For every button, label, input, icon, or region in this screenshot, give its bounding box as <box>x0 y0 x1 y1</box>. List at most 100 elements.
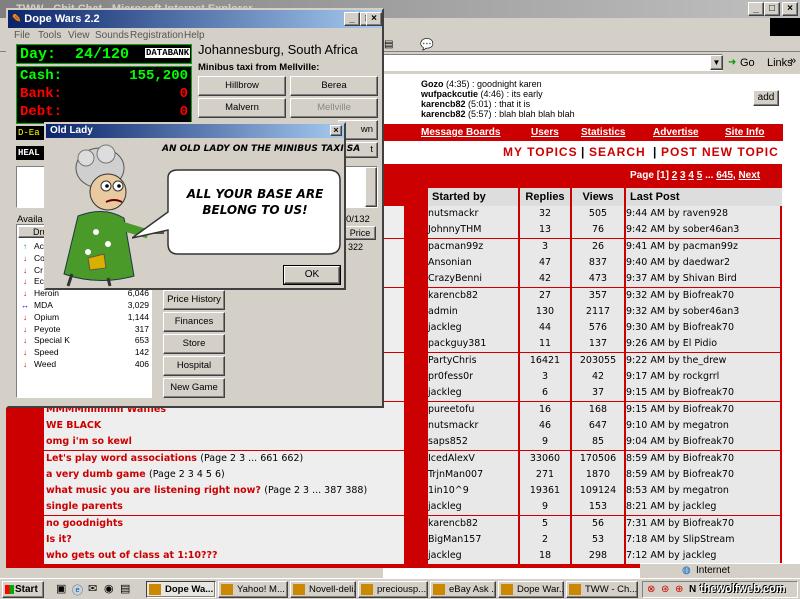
topic-link[interactable]: single parents <box>44 499 404 516</box>
go-icon[interactable]: ➜ <box>728 57 736 68</box>
topic-starter[interactable]: jackleg <box>428 548 518 564</box>
page-link[interactable]: 3 <box>680 170 686 181</box>
topic-last-post[interactable]: 9:22 AM by the_drew <box>626 352 780 369</box>
topic-last-post[interactable]: 9:32 AM by Biofreak70 <box>626 287 780 304</box>
topic-starter[interactable]: jackleg <box>428 385 518 402</box>
tray-icon[interactable]: N <box>689 584 696 595</box>
topic-starter[interactable]: jackleg <box>428 320 518 337</box>
topic-last-post[interactable]: 9:41 AM by pacman99z <box>626 238 780 255</box>
topic-starter[interactable]: JohnnyTHM <box>428 222 518 239</box>
dest-hillbrow-button[interactable]: Hillbrow <box>198 76 286 96</box>
page-link[interactable]: 5 <box>697 170 703 181</box>
next-link[interactable]: Next <box>738 170 760 181</box>
topic-starter[interactable]: pr0fess0r <box>428 369 518 385</box>
tray-icon[interactable]: ⊛ <box>661 584 669 595</box>
topic-starter[interactable]: jackleg <box>428 499 518 516</box>
topic-last-post[interactable]: 8:59 AM by Biofreak70 <box>626 466 780 483</box>
menu-help[interactable]: Help <box>184 30 205 41</box>
price-column-header[interactable]: Price <box>344 226 376 240</box>
topic-starter[interactable]: nutsmackr <box>428 417 518 434</box>
nav-users[interactable]: Users <box>531 127 559 138</box>
menu-registration[interactable]: Registration <box>130 30 183 41</box>
nav-site-info[interactable]: Site Info <box>725 127 764 138</box>
links-chevron-icon[interactable]: » <box>790 55 796 67</box>
drug-row[interactable]: ↓ Peyote 317 <box>19 324 149 336</box>
topic-last-post[interactable]: 9:04 AM by Biofreak70 <box>626 434 780 451</box>
topic-starter[interactable]: saps852 <box>428 434 518 451</box>
my-topics-link[interactable]: My Topics <box>503 145 578 159</box>
topic-link[interactable]: WE BLACK <box>44 417 404 434</box>
topic-last-post[interactable]: 9:40 AM by daedwar2 <box>626 254 780 271</box>
menu-sounds[interactable]: Sounds <box>95 30 129 41</box>
taskbar-item[interactable]: eBay Ask ... <box>430 581 496 598</box>
topic-last-post[interactable]: 9:37 AM by Shivan Bird <box>626 271 780 288</box>
topic-starter[interactable]: admin <box>428 303 518 320</box>
address-input[interactable] <box>383 54 723 71</box>
close-button[interactable]: × <box>782 2 798 16</box>
page-link[interactable]: 4 <box>688 170 694 181</box>
topic-link[interactable]: who gets out of class at 1:10??? <box>44 548 404 564</box>
topic-last-post[interactable]: 8:53 AM by megatron <box>626 483 780 500</box>
quicklaunch-extra-icon[interactable]: ▤ <box>120 582 130 595</box>
minimize-button[interactable]: _ <box>748 2 764 16</box>
topic-last-post[interactable]: 8:59 AM by Biofreak70 <box>626 450 780 467</box>
topic-starter[interactable]: nutsmackr <box>428 206 518 222</box>
topic-pages[interactable]: (Page 2 3 4 5 6) <box>149 469 225 480</box>
topic-last-post[interactable]: 7:31 AM by Biofreak70 <box>626 515 780 532</box>
topic-last-post[interactable]: 9:30 AM by Biofreak70 <box>626 320 780 337</box>
header-views[interactable]: Views <box>572 188 624 206</box>
drug-row[interactable]: ↓ Speed 142 <box>19 347 149 359</box>
topic-starter[interactable]: TrjnMan007 <box>428 466 518 483</box>
topic-link[interactable]: no goodnights <box>44 515 404 532</box>
taskbar-item[interactable]: Dope Wa... <box>146 581 216 598</box>
topic-last-post[interactable]: 9:17 AM by rockgrrl <box>626 369 780 385</box>
menu-tools[interactable]: Tools <box>38 30 61 41</box>
drug-row[interactable]: ↓ Opium 1,144 <box>19 312 149 324</box>
ok-button[interactable]: OK <box>283 265 341 285</box>
topic-starter[interactable]: packguy381 <box>428 336 518 353</box>
side-button-store[interactable]: Store <box>163 334 225 354</box>
topic-starter[interactable]: PartyChris <box>428 352 518 369</box>
menu-view[interactable]: View <box>68 30 90 41</box>
topic-link[interactable]: Is it? <box>44 532 404 548</box>
topic-starter[interactable]: BigMan157 <box>428 532 518 548</box>
topic-starter[interactable]: IcedAlexV <box>428 450 518 467</box>
quicklaunch-outlook-icon[interactable]: ✉ <box>88 582 97 595</box>
topic-link[interactable]: Let's play word associations (Page 2 3 .… <box>44 450 404 467</box>
address-dropdown-icon[interactable]: ▼ <box>710 55 723 70</box>
topic-starter[interactable]: karencb82 <box>428 287 518 304</box>
side-button-price-history[interactable]: Price History <box>163 290 225 310</box>
drug-row[interactable]: ↓ Weed 406 <box>19 359 149 371</box>
taskbar-item[interactable]: Yahoo! M... <box>218 581 288 598</box>
topic-last-post[interactable]: 7:18 AM by SlipStream <box>626 532 780 548</box>
side-button-hospital[interactable]: Hospital <box>163 356 225 376</box>
header-replies[interactable]: Replies <box>520 188 570 206</box>
topic-link[interactable]: what music you are listening right now? … <box>44 483 404 500</box>
taskbar-item[interactable]: Novell-deli... <box>290 581 356 598</box>
topic-last-post[interactable]: 7:12 AM by jackleg <box>626 548 780 564</box>
topic-last-post[interactable]: 9:15 AM by Biofreak70 <box>626 401 780 418</box>
menu-file[interactable]: File <box>14 30 30 41</box>
nav-advertise[interactable]: Advertise <box>653 127 699 138</box>
topic-starter[interactable]: CrazyBenni <box>428 271 518 288</box>
nav-message-boards[interactable]: Message Boards <box>421 127 500 138</box>
topic-pages[interactable]: (Page 2 3 ... 387 388) <box>264 485 367 496</box>
add-button[interactable]: add <box>753 90 779 106</box>
dest-berea-button[interactable]: Berea <box>290 76 378 96</box>
topic-starter[interactable]: karencb82 <box>428 515 518 532</box>
taskbar-item[interactable]: Dope War... <box>498 581 564 598</box>
topic-last-post[interactable]: 9:10 AM by megatron <box>626 417 780 434</box>
topic-starter[interactable]: Ansonian <box>428 254 518 271</box>
topic-last-post[interactable]: 9:44 AM by raven928 <box>626 206 780 222</box>
databank-button[interactable]: DATABANK <box>145 48 191 58</box>
log-scrollbar[interactable] <box>365 167 377 207</box>
header-last-post[interactable]: Last Post <box>626 188 782 206</box>
go-button[interactable]: Go <box>740 57 755 69</box>
topic-last-post[interactable]: 9:42 AM by sober46an3 <box>626 222 780 239</box>
taskbar-item[interactable]: TWW - Ch... <box>566 581 638 598</box>
tray-icon[interactable]: ⊗ <box>647 584 655 595</box>
side-button-finances[interactable]: Finances <box>163 312 225 332</box>
topic-link[interactable]: omg i'm so kewl <box>44 434 404 451</box>
taskbar-item[interactable]: preciousp... <box>358 581 428 598</box>
start-button[interactable]: Start <box>2 581 44 598</box>
